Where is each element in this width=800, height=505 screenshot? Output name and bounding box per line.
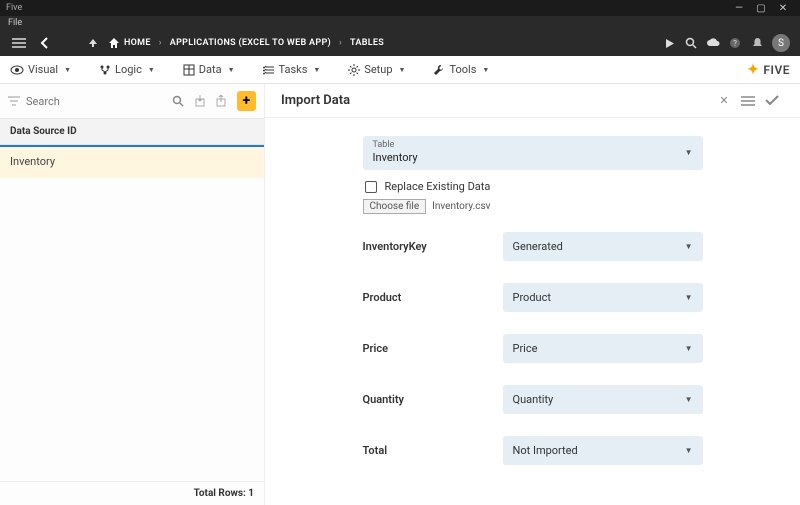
- list-item[interactable]: Inventory: [0, 145, 264, 178]
- mapping-label: Product: [363, 291, 503, 304]
- mapping-row: Total Not Imported ▼: [363, 436, 703, 465]
- add-button[interactable]: +: [237, 91, 256, 111]
- mapping-select[interactable]: Quantity ▼: [503, 385, 703, 414]
- import-icon[interactable]: [194, 95, 210, 107]
- file-row: Choose file Inventory.csv: [363, 199, 703, 214]
- mapping-label: InventoryKey: [363, 240, 503, 253]
- list-icon[interactable]: [736, 96, 760, 106]
- chevron-right-icon: ›: [339, 38, 342, 48]
- chevron-down-icon: ▼: [685, 395, 693, 404]
- mapping-row: InventoryKey Generated ▼: [363, 232, 703, 261]
- chevron-down-icon: ▼: [685, 344, 693, 353]
- search-input[interactable]: [26, 95, 166, 108]
- crumb-tables[interactable]: TABLES: [350, 38, 384, 48]
- panel-title: Import Data: [281, 93, 350, 108]
- search-row: +: [0, 84, 264, 118]
- wrench-icon: [433, 64, 445, 76]
- ribbon: Visual▼ Logic▼ Data▼ Tasks▼ Setup▼ Tools…: [0, 56, 800, 84]
- mapping-select[interactable]: Price ▼: [503, 334, 703, 363]
- table-value: Inventory: [373, 151, 693, 164]
- mapping-row: Product Product ▼: [363, 283, 703, 312]
- sidebar-footer: Total Rows: 1: [0, 481, 264, 505]
- cloud-icon[interactable]: [702, 38, 724, 48]
- list-area: Inventory: [0, 145, 264, 481]
- export-icon[interactable]: [215, 95, 231, 107]
- checkbox-icon[interactable]: [365, 181, 377, 193]
- branch-icon: [99, 64, 111, 76]
- window-minimize-icon[interactable]: —: [728, 3, 750, 14]
- brand-icon: ✦: [747, 62, 759, 78]
- form: Table Inventory ▼ Replace Existing Data …: [265, 118, 800, 487]
- checklist-icon: [263, 64, 275, 76]
- mapping-label: Total: [363, 444, 503, 457]
- mapping-label: Quantity: [363, 393, 503, 406]
- menu-file[interactable]: File: [8, 18, 22, 28]
- avatar[interactable]: S: [772, 34, 790, 52]
- crumb-applications[interactable]: APPLICATIONS (EXCEL TO WEB APP): [170, 38, 331, 48]
- window-close-icon[interactable]: ✕: [772, 3, 794, 14]
- chevron-down-icon: ▼: [685, 293, 693, 302]
- menubar: File: [0, 16, 800, 30]
- crumb-home[interactable]: HOME: [124, 38, 151, 48]
- hamburger-icon[interactable]: [10, 38, 28, 48]
- play-icon[interactable]: [658, 38, 680, 49]
- chevron-right-icon: ›: [159, 38, 162, 48]
- mapping-select[interactable]: Generated ▼: [503, 232, 703, 261]
- app-title: Five: [6, 3, 22, 13]
- column-header[interactable]: Data Source ID: [0, 118, 264, 145]
- up-arrow-icon[interactable]: [84, 38, 102, 48]
- topnav: HOME › APPLICATIONS (EXCEL TO WEB APP) ›…: [0, 30, 800, 56]
- svg-text:?: ?: [733, 39, 737, 48]
- mapping-select[interactable]: Not Imported ▼: [503, 436, 703, 465]
- table-label: Table: [373, 140, 693, 150]
- window-titlebar: Five — ▢ ✕: [0, 0, 800, 16]
- table-icon: [183, 64, 195, 76]
- close-icon[interactable]: ✕: [712, 94, 736, 107]
- ribbon-data[interactable]: Data▼: [183, 63, 235, 76]
- filter-icon[interactable]: [8, 96, 20, 106]
- mapping-row: Quantity Quantity ▼: [363, 385, 703, 414]
- home-icon: [108, 37, 120, 49]
- replace-existing-row[interactable]: Replace Existing Data: [365, 180, 703, 193]
- back-arrow-icon[interactable]: [36, 37, 54, 49]
- replace-label: Replace Existing Data: [385, 180, 491, 193]
- ribbon-visual[interactable]: Visual▼: [10, 63, 71, 76]
- ribbon-tasks[interactable]: Tasks▼: [263, 63, 321, 76]
- ribbon-tools[interactable]: Tools▼: [433, 63, 489, 76]
- file-name: Inventory.csv: [432, 201, 490, 212]
- search-icon[interactable]: [680, 37, 702, 49]
- bell-icon[interactable]: [746, 37, 768, 49]
- chevron-down-icon: ▼: [685, 446, 693, 455]
- check-icon[interactable]: [760, 95, 784, 106]
- search-icon[interactable]: [172, 95, 188, 107]
- table-select[interactable]: Table Inventory ▼: [363, 136, 703, 170]
- sidebar: + Data Source ID Inventory Total Rows: 1: [0, 84, 265, 505]
- choose-file-button[interactable]: Choose file: [363, 199, 427, 214]
- help-icon[interactable]: ?: [724, 37, 746, 49]
- ribbon-setup[interactable]: Setup▼: [348, 63, 405, 76]
- window-maximize-icon[interactable]: ▢: [750, 3, 772, 14]
- chevron-down-icon: ▼: [685, 242, 693, 251]
- gear-icon: [348, 64, 360, 76]
- mapping-row: Price Price ▼: [363, 334, 703, 363]
- mapping-select[interactable]: Product ▼: [503, 283, 703, 312]
- panel-header: Import Data ✕: [265, 84, 800, 118]
- eye-icon: [10, 65, 24, 75]
- brand-logo: ✦ FIVE: [747, 62, 790, 78]
- mapping-label: Price: [363, 342, 503, 355]
- ribbon-logic[interactable]: Logic▼: [99, 63, 155, 76]
- main-panel: Import Data ✕ Table Inventory ▼ Replace …: [265, 84, 800, 505]
- breadcrumb: HOME › APPLICATIONS (EXCEL TO WEB APP) ›…: [108, 37, 384, 49]
- chevron-down-icon: ▼: [685, 148, 693, 157]
